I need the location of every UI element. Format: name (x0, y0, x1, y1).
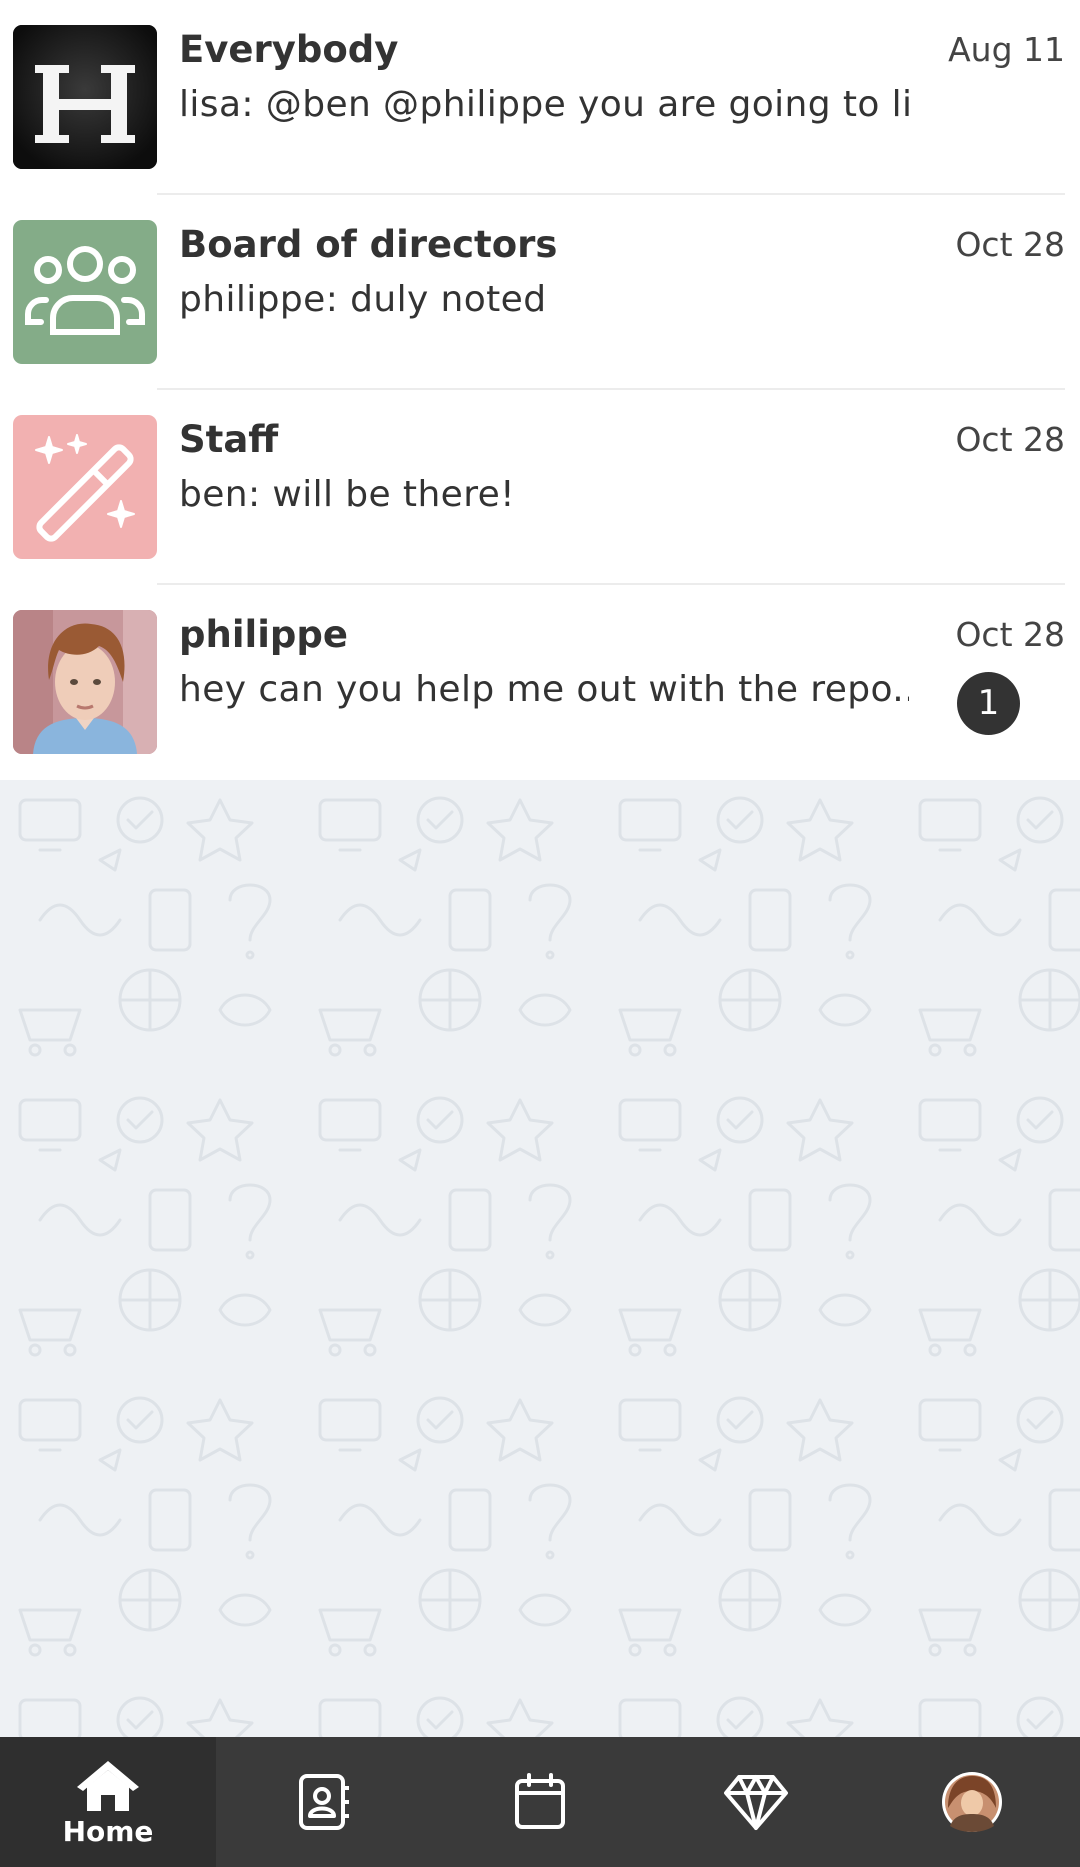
tab-calendar[interactable] (432, 1737, 648, 1867)
profile-avatar (942, 1772, 1002, 1832)
group-icon (13, 220, 157, 364)
h-logo-icon (13, 25, 157, 169)
magic-wand-icon (13, 415, 157, 559)
calendar-icon (515, 1773, 565, 1829)
contacts-icon (299, 1774, 349, 1830)
tab-contacts[interactable] (216, 1737, 432, 1867)
tab-profile[interactable] (864, 1737, 1080, 1867)
conversation-row-board-of-directors[interactable]: Board of directors philippe: duly noted … (0, 195, 1080, 390)
tab-home[interactable]: Home (0, 1737, 216, 1867)
conversation-date: Aug 11 (948, 30, 1065, 69)
conversation-date: Oct 28 (955, 225, 1065, 264)
tab-premium[interactable] (648, 1737, 864, 1867)
conversation-preview: lisa: @ben @philippe you are going to li… (179, 84, 909, 125)
conversation-name: philippe (179, 613, 348, 656)
bottom-tab-bar: Home (0, 1737, 1080, 1867)
tab-home-label: Home (62, 1814, 154, 1848)
conversation-preview: hey can you help me out with the repo... (179, 669, 909, 710)
conversation-row-philippe[interactable]: philippe hey can you help me out with th… (0, 585, 1080, 780)
conversation-row-staff[interactable]: Staff ben: will be there! Oct 28 (0, 390, 1080, 585)
user-photo (13, 610, 157, 754)
conversation-date: Oct 28 (955, 420, 1065, 459)
conversation-date: Oct 28 (955, 615, 1065, 654)
conversation-name: Board of directors (179, 223, 558, 266)
unread-badge: 1 (957, 672, 1020, 735)
home-icon (77, 1760, 139, 1811)
conversation-name: Staff (179, 418, 279, 461)
diamond-icon (724, 1775, 788, 1830)
conversation-name: Everybody (179, 28, 399, 71)
conversation-preview: ben: will be there! (179, 474, 515, 515)
chat-background-pattern (0, 780, 1080, 1737)
conversation-row-everybody[interactable]: Everybody lisa: @ben @philippe you are g… (0, 0, 1080, 195)
conversation-preview: philippe: duly noted (179, 279, 547, 320)
conversation-list: Everybody lisa: @ben @philippe you are g… (0, 0, 1080, 780)
